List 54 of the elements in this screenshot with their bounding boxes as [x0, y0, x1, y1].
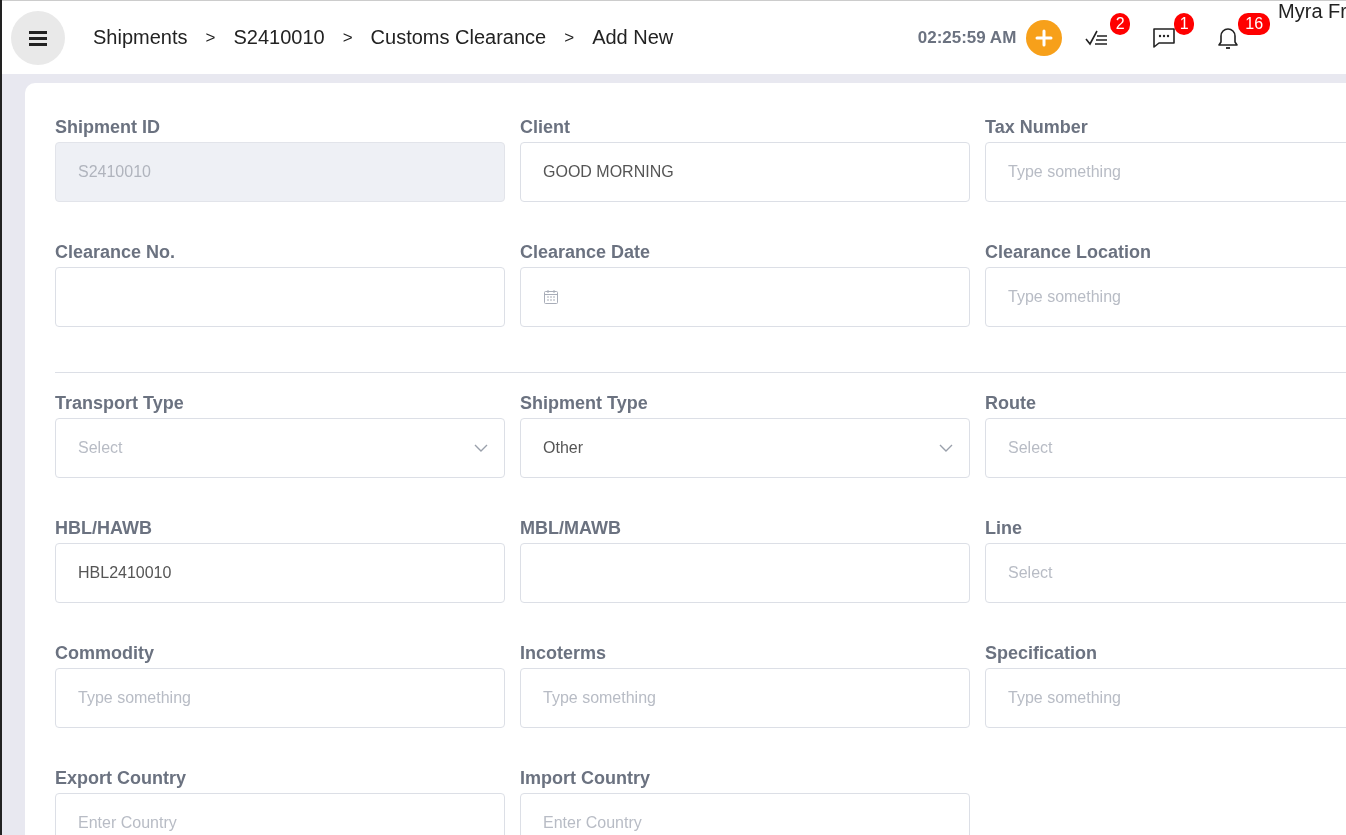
field-label: Commodity — [55, 643, 155, 664]
input-field[interactable]: Enter Country — [55, 793, 505, 835]
input-field[interactable] — [520, 543, 970, 603]
date-field[interactable] — [520, 267, 970, 327]
user-name[interactable]: Myra Fr — [1278, 0, 1346, 23]
field-label: MBL/MAWB — [520, 518, 622, 539]
menu-icon — [28, 29, 48, 46]
input-field[interactable]: Type something — [985, 142, 1346, 202]
field-label: Import Country — [520, 768, 651, 789]
menu-button[interactable] — [11, 10, 65, 65]
breadcrumb-separator: > — [205, 27, 216, 48]
input-field[interactable]: Type something — [985, 267, 1346, 327]
field-value: Other — [543, 439, 583, 457]
chevron-down-icon — [474, 444, 488, 452]
input-field[interactable]: Select — [985, 418, 1346, 478]
field-label: Transport Type — [55, 393, 185, 414]
breadcrumb-link[interactable]: Customs Clearance — [370, 26, 547, 49]
count-badge: 1 — [1174, 12, 1195, 35]
field-label: Shipment ID — [55, 117, 161, 138]
field-label: Line — [985, 518, 1023, 539]
field-label: Clearance No. — [55, 242, 177, 263]
calendar-icon — [543, 289, 559, 305]
breadcrumb-link[interactable]: Add New — [592, 26, 674, 49]
chat-icon — [1152, 25, 1177, 50]
field-label: Client — [520, 117, 571, 138]
count-badge: 2 — [1110, 12, 1131, 35]
breadcrumb-link[interactable]: S2410010 — [233, 26, 325, 49]
field-label: Specification — [985, 643, 1099, 664]
input-field[interactable]: HBL2410010 — [55, 543, 505, 603]
input-field[interactable]: Type something — [985, 668, 1346, 728]
input-field[interactable]: Select — [985, 543, 1346, 603]
count-badge: 16 — [1238, 12, 1271, 35]
input-field[interactable]: Enter Country — [520, 793, 970, 835]
input-field[interactable]: GOOD MORNING — [520, 142, 970, 202]
input-field[interactable]: Type something — [520, 668, 970, 728]
messages-button[interactable] — [1152, 25, 1177, 50]
breadcrumb-separator: > — [342, 27, 353, 48]
input-field[interactable] — [55, 267, 505, 327]
breadcrumb-separator: > — [564, 27, 575, 48]
field-label: Clearance Date — [520, 242, 652, 263]
field-label: Shipment Type — [520, 393, 649, 414]
clock-time: 02:25:59 AM — [917, 27, 1017, 48]
plus-icon — [1035, 28, 1054, 47]
field-label: Route — [985, 393, 1037, 414]
chevron-down-icon — [939, 444, 953, 452]
breadcrumb-link[interactable]: Shipments — [93, 26, 188, 49]
field-label: Tax Number — [985, 117, 1089, 138]
field-label: Incoterms — [520, 643, 608, 664]
dropdown-field[interactable]: Other — [520, 418, 970, 478]
field-placeholder: Select — [78, 439, 123, 457]
field-label: Export Country — [55, 768, 187, 789]
input-field[interactable]: Type something — [55, 668, 505, 728]
field-label: Clearance Location — [985, 242, 1153, 263]
field-label: HBL/HAWB — [55, 518, 153, 539]
